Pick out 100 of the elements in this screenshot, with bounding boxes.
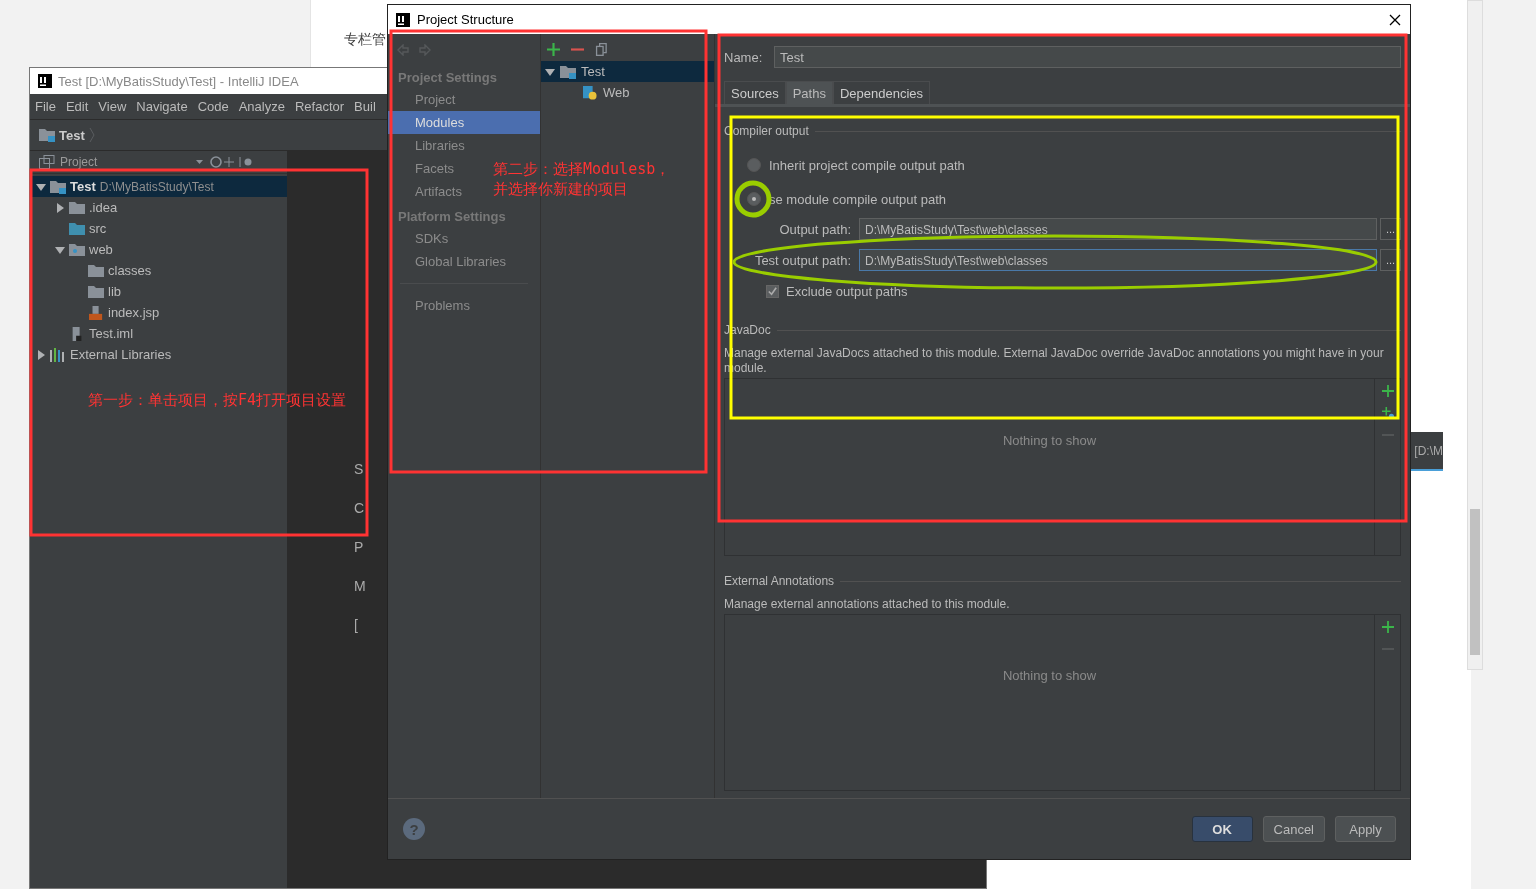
tree-item-label: External Libraries	[70, 347, 172, 362]
expanded-arrow-icon[interactable]	[545, 66, 555, 77]
section-heading: Platform Settings	[397, 208, 507, 226]
tree-item-label: Test	[70, 179, 96, 194]
panel-title[interactable]: Project	[60, 155, 166, 169]
tab[interactable]: Paths	[785, 81, 833, 104]
tree-item[interactable]: Test.iml	[30, 323, 287, 344]
tree-item[interactable]: src	[30, 218, 287, 239]
tree-item-label: classes	[108, 263, 152, 278]
collapsed-arrow-icon[interactable]	[55, 202, 65, 213]
web-facet-icon	[582, 85, 598, 100]
menu-item[interactable]: Navigate	[136, 99, 188, 114]
tree-item-label: .idea	[89, 200, 118, 215]
nav-item[interactable]: Facets	[388, 157, 460, 180]
folder-icon	[88, 263, 104, 278]
tree-item-label: index.jsp	[108, 305, 160, 320]
module-folder-icon	[50, 179, 66, 194]
tree-item-label: Web	[603, 85, 630, 100]
tab[interactable]: Sources	[724, 81, 786, 104]
project-view-icon	[39, 155, 55, 169]
menu-item[interactable]: Analyze	[238, 99, 285, 114]
libraries-icon	[50, 347, 66, 362]
browse-button[interactable]: ...	[1380, 218, 1401, 240]
empty-list-text: Nothing to show	[1002, 433, 1097, 448]
nav-item[interactable]: Artifacts	[388, 180, 468, 203]
module-folder-icon	[39, 128, 55, 142]
tab[interactable]: Dependencies	[832, 81, 931, 104]
folder-icon	[69, 221, 85, 236]
collapsed-arrow-icon[interactable]	[36, 349, 46, 360]
add-icon[interactable]	[1381, 621, 1394, 633]
editor-tab[interactable]: [D:\M	[1411, 432, 1443, 471]
section-heading: Project Settings	[397, 69, 498, 87]
editor-text-fragment: [	[354, 617, 358, 633]
close-icon[interactable]	[1389, 13, 1401, 26]
name-label: Name:	[724, 49, 764, 65]
browse-button[interactable]: ...	[1380, 249, 1401, 271]
breadcrumb-item[interactable]: Test	[59, 127, 85, 143]
add-icon[interactable]	[1381, 385, 1394, 397]
checkbox-label: Exclude output paths	[786, 283, 908, 299]
empty-list-text: Nothing to show	[1002, 668, 1097, 683]
annotation-text: 并选择你新建的项目	[493, 179, 629, 199]
annotation-text: 第二步：选择Modulesb，	[493, 159, 671, 179]
tree-item[interactable]: External Libraries	[30, 344, 287, 365]
tree-item[interactable]: lib	[30, 281, 287, 302]
tree-item[interactable]: index.jsp	[30, 302, 287, 323]
dialog-button[interactable]: Cancel	[1262, 816, 1325, 842]
nav-item[interactable]: SDKs	[388, 227, 455, 250]
menu-item[interactable]: Buil	[354, 99, 376, 114]
tree-item-label: Test.iml	[89, 326, 134, 341]
menu-item[interactable]: Code	[197, 99, 229, 114]
path-field[interactable]: D:\MyBatisStudy\Test\web\classes	[859, 218, 1377, 240]
tree-item[interactable]: Web	[541, 82, 714, 103]
jsp-file-icon	[88, 305, 104, 320]
path-field[interactable]: D:\MyBatisStudy\Test\web\classes	[859, 249, 1377, 271]
add-link-icon[interactable]	[1381, 407, 1394, 419]
scrollbar[interactable]	[1467, 0, 1483, 670]
section-title: External Annotations	[724, 574, 835, 588]
folder-icon	[69, 200, 85, 215]
radio-label: Inherit project compile output path	[769, 157, 965, 173]
editor-text-fragment: S	[354, 461, 364, 477]
tree-item-path: D:\MyBatisStudy\Test	[99, 179, 214, 194]
highlight-ring	[734, 180, 772, 218]
nav-item[interactable]: Libraries	[388, 134, 471, 157]
field-label: Output path:	[778, 221, 852, 237]
expanded-arrow-icon[interactable]	[36, 181, 46, 192]
app-logo-icon	[38, 74, 52, 88]
checkbox[interactable]	[766, 284, 779, 298]
expanded-arrow-icon[interactable]	[55, 244, 65, 255]
radio-button[interactable]	[747, 192, 761, 206]
module-folder-icon	[560, 64, 576, 79]
app-logo-icon	[396, 12, 410, 27]
section-description: Manage external annotations attached to this module.	[724, 597, 1011, 612]
menu-item[interactable]: Edit	[65, 99, 89, 114]
copy-icon[interactable]	[595, 42, 608, 56]
add-icon[interactable]	[547, 42, 560, 56]
name-field[interactable]: Test	[774, 46, 1401, 68]
radio-button[interactable]	[747, 158, 761, 172]
editor-text-fragment: P	[354, 539, 364, 555]
tree-item[interactable]: classes	[30, 260, 287, 281]
menu-item[interactable]: View	[98, 99, 127, 114]
tree-item[interactable]: .idea	[30, 197, 287, 218]
dialog-button[interactable]: Apply	[1335, 816, 1396, 842]
dialog-button[interactable]: OK	[1191, 816, 1253, 842]
nav-item[interactable]: Modules	[388, 111, 540, 134]
menu-item[interactable]: File	[35, 99, 56, 114]
nav-item[interactable]: Global Libraries	[388, 250, 513, 273]
nav-item[interactable]: Project	[388, 88, 462, 111]
dialog-title: Project Structure	[417, 12, 515, 27]
window-title: Test [D:\MyBatisStudy\Test] - IntelliJ IDEA	[58, 73, 299, 89]
tree-item-label: Test	[581, 64, 605, 79]
tree-item-label: lib	[108, 284, 121, 299]
nav-item[interactable]: Problems	[400, 294, 476, 317]
field-label: Test output path:	[753, 252, 852, 268]
tree-item[interactable]: Test D:\MyBatisStudy\Test	[30, 176, 287, 197]
tree-item[interactable]: Test	[541, 61, 714, 82]
page-text-fragment: 专栏管	[344, 31, 386, 49]
tree-item-label: web	[89, 242, 113, 257]
editor-text-fragment: M	[354, 578, 366, 594]
tree-item[interactable]: web	[30, 239, 287, 260]
menu-item[interactable]: Refactor	[294, 99, 345, 114]
